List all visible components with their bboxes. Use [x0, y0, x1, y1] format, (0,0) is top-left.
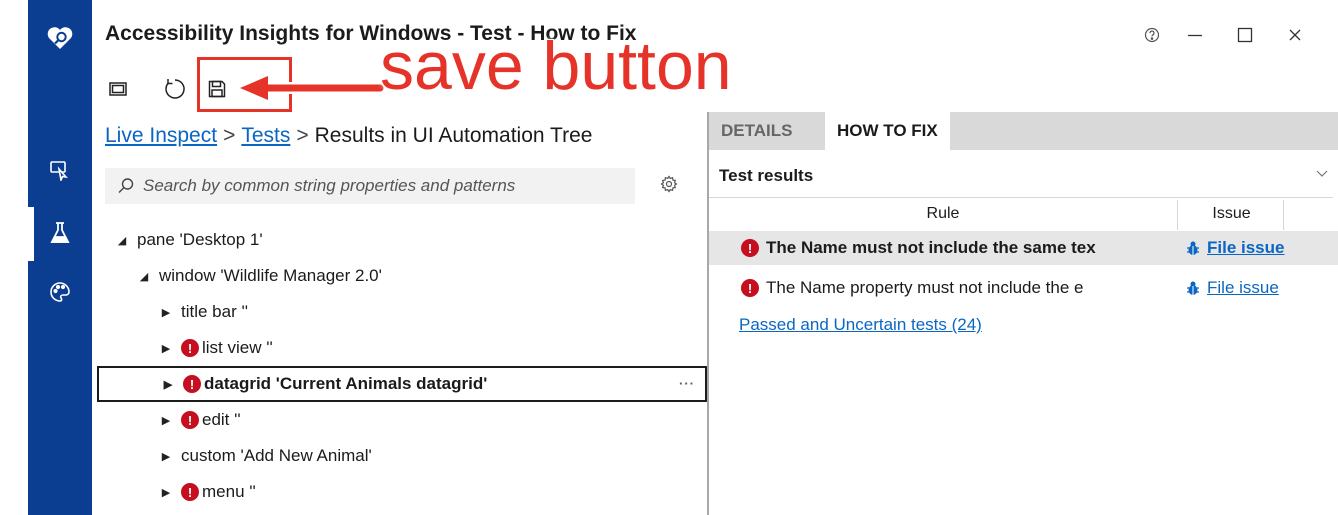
tab-how-to-fix[interactable]: HOW TO FIX	[825, 112, 950, 150]
breadcrumb-current: Results in UI Automation Tree	[314, 124, 593, 147]
tree-node-label: menu ''	[202, 482, 256, 501]
rule-text: The Name property must not include the e	[766, 278, 1084, 297]
tree-node-label: custom 'Add New Animal'	[181, 446, 372, 465]
live-inspect-icon[interactable]	[28, 150, 92, 190]
file-issue-link[interactable]: File issue	[1207, 238, 1284, 258]
rule-cell: ! The Name property must not include the…	[741, 278, 1181, 298]
passed-uncertain-tests-link[interactable]: Passed and Uncertain tests (24)	[739, 315, 982, 335]
expand-triangle-icon[interactable]: ▶	[161, 378, 175, 391]
column-divider	[1177, 200, 1178, 230]
annotation-arrow	[234, 68, 388, 112]
error-icon: !	[181, 411, 199, 429]
bug-icon	[1187, 281, 1199, 295]
tree-node[interactable]: ▶ ! list view ''	[95, 330, 707, 366]
tree-node[interactable]: ▶ title bar ''	[95, 294, 707, 330]
tree-node[interactable]: ◢ pane 'Desktop 1'	[95, 222, 707, 258]
tree-node-label: title bar ''	[181, 302, 248, 321]
error-icon: !	[741, 239, 759, 257]
expand-triangle-icon[interactable]: ▶	[159, 450, 173, 463]
tree-node-label: edit ''	[202, 410, 241, 429]
error-icon: !	[741, 279, 759, 297]
minimize-icon[interactable]	[1170, 18, 1220, 52]
test-beaker-icon[interactable]	[28, 213, 92, 253]
breadcrumb-tests[interactable]: Tests	[241, 124, 290, 147]
help-circle-icon[interactable]	[1134, 18, 1170, 52]
issue-cell: File issue	[1185, 238, 1284, 258]
nav-rail	[28, 0, 92, 515]
error-icon: !	[183, 375, 201, 393]
expand-triangle-icon[interactable]: ▶	[159, 342, 173, 355]
tree-node-label: window 'Wildlife Manager 2.0'	[159, 266, 382, 285]
test-results-title: Test results	[719, 165, 814, 185]
issue-cell: File issue	[1185, 278, 1279, 298]
refresh-icon[interactable]	[160, 74, 190, 104]
error-icon: !	[181, 483, 199, 501]
expand-triangle-icon[interactable]: ▶	[159, 306, 173, 319]
search-icon	[118, 178, 134, 194]
column-header-issue[interactable]: Issue	[1179, 205, 1284, 223]
error-icon: !	[181, 339, 199, 357]
tree-node-selected[interactable]: ▶ ! datagrid 'Current Animals datagrid' …	[97, 366, 707, 402]
result-row[interactable]: ! The Name property must not include the…	[709, 271, 1338, 305]
breadcrumb-live-inspect[interactable]: Live Inspect	[105, 124, 217, 147]
tab-bar: DETAILS HOW TO FIX	[709, 112, 1338, 150]
window-controls	[1134, 18, 1320, 52]
rule-cell: ! The Name must not include the same tex	[741, 238, 1181, 258]
breadcrumb: Live Inspect > Tests > Results in UI Automat…	[105, 124, 592, 148]
window-icon[interactable]	[103, 74, 133, 104]
tree-node[interactable]: ▶ custom 'Add New Animal'	[95, 438, 707, 474]
collapse-triangle-icon[interactable]: ◢	[115, 234, 129, 247]
tree-node-label: pane 'Desktop 1'	[137, 230, 263, 249]
column-divider	[1283, 200, 1284, 230]
breadcrumb-separator: >	[223, 124, 236, 147]
chevron-down-icon[interactable]	[1315, 166, 1329, 182]
ui-automation-tree: ◢ pane 'Desktop 1' ◢ window 'Wildlife Ma…	[95, 222, 707, 510]
tree-node[interactable]: ▶ ! edit ''	[95, 402, 707, 438]
tab-details[interactable]: DETAILS	[709, 112, 804, 150]
search-input[interactable]	[135, 176, 615, 196]
more-options-icon[interactable]: ···	[679, 376, 695, 391]
breadcrumb-separator: >	[296, 124, 309, 147]
left-rail	[0, 0, 95, 515]
expand-triangle-icon[interactable]: ▶	[159, 486, 173, 499]
result-row-selected[interactable]: ! The Name must not include the same tex…	[709, 231, 1338, 265]
tree-node-label: list view ''	[202, 338, 273, 357]
gear-icon[interactable]	[660, 175, 682, 197]
bug-icon	[1187, 241, 1199, 255]
maximize-icon[interactable]	[1220, 18, 1270, 52]
close-icon[interactable]	[1270, 18, 1320, 52]
accessibility-insights-logo-icon	[28, 18, 92, 58]
search-box	[105, 168, 635, 204]
tree-node-label: datagrid 'Current Animals datagrid'	[204, 374, 488, 393]
rule-text: The Name must not include the same tex	[766, 238, 1096, 257]
test-results-header[interactable]: Test results	[709, 154, 1333, 198]
column-header-rule[interactable]: Rule	[709, 205, 1177, 223]
file-issue-link[interactable]: File issue	[1207, 278, 1279, 298]
expand-triangle-icon[interactable]: ▶	[159, 414, 173, 427]
results-grid-header: Rule Issue	[709, 200, 1338, 230]
tree-node[interactable]: ◢ window 'Wildlife Manager 2.0'	[95, 258, 707, 294]
rail-active-indicator	[28, 207, 34, 261]
tree-node[interactable]: ▶ ! menu ''	[95, 474, 707, 510]
color-palette-icon[interactable]	[28, 272, 92, 312]
collapse-triangle-icon[interactable]: ◢	[137, 270, 151, 283]
annotation-label: save button	[379, 28, 733, 104]
